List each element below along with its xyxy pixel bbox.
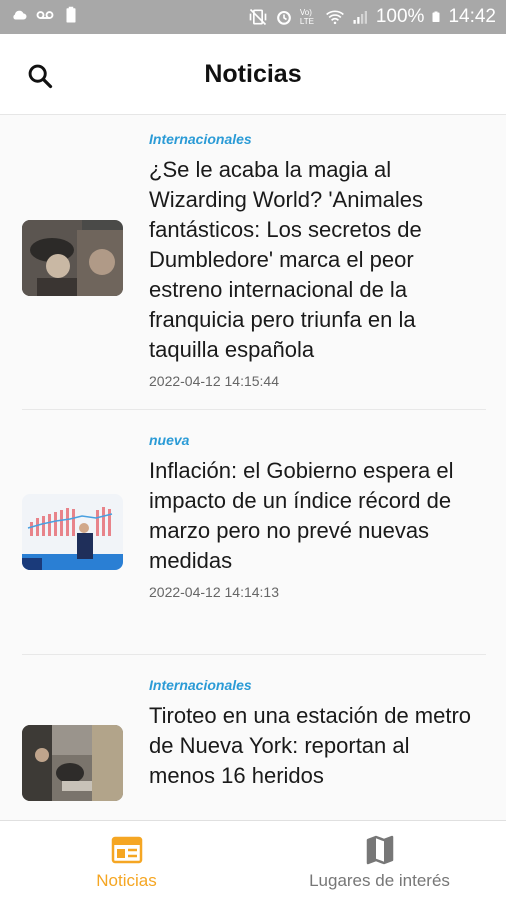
nav-label: Noticias [96, 871, 157, 890]
bottom-navigation: Noticias Lugares de interés [0, 820, 506, 901]
nav-item-noticias[interactable]: Noticias [0, 821, 253, 901]
battery-icon [432, 11, 440, 22]
cloud-icon [13, 10, 27, 20]
news-category: Internacionales [149, 131, 252, 147]
news-headline[interactable]: ¿Se le acaba la magia al Wizarding World… [149, 155, 479, 365]
news-item[interactable]: nueva Inflación: el Gobierno espera el i… [0, 410, 506, 654]
app-bar: Noticias [0, 34, 506, 115]
status-bar: Vo) LTE 100% 14:42 [0, 0, 506, 34]
wifi-icon [325, 10, 344, 25]
alarm-icon [276, 10, 291, 25]
news-item[interactable]: Internacionales ¿Se le acaba la magia al… [0, 115, 506, 409]
nav-label: Lugares de interés [309, 871, 450, 890]
status-right-icons: Vo) LTE 100% 14:42 [248, 6, 496, 28]
clock: 14:42 [448, 6, 496, 27]
news-category: nueva [149, 432, 190, 448]
news-date: 2022-04-12 14:14:13 [149, 584, 279, 600]
vibrate-icon [249, 8, 267, 26]
signal-icon [353, 11, 367, 24]
news-thumbnail [22, 725, 123, 801]
news-date: 2022-04-12 14:15:44 [149, 373, 279, 389]
news-list[interactable]: Internacionales ¿Se le acaba la magia al… [0, 115, 506, 820]
news-item[interactable]: Internacionales Tiroteo en una estación … [0, 655, 506, 820]
news-headline[interactable]: Tiroteo en una estación de metro de Nuev… [149, 701, 479, 791]
news-thumbnail [22, 220, 123, 296]
news-thumbnail [22, 494, 123, 570]
newspaper-icon [111, 836, 143, 864]
battery-saver-icon [66, 6, 76, 23]
status-left-icons [10, 6, 80, 24]
volte-indicator: Vo) LTE [299, 8, 314, 26]
news-category: Internacionales [149, 677, 252, 693]
voicemail-icon [36, 11, 54, 19]
page-title: Noticias [204, 60, 302, 88]
news-headline[interactable]: Inflación: el Gobierno espera el impacto… [149, 456, 479, 576]
battery-percent: 100% [375, 6, 425, 27]
nav-item-lugares[interactable]: Lugares de interés [253, 821, 506, 901]
map-icon [366, 835, 394, 865]
